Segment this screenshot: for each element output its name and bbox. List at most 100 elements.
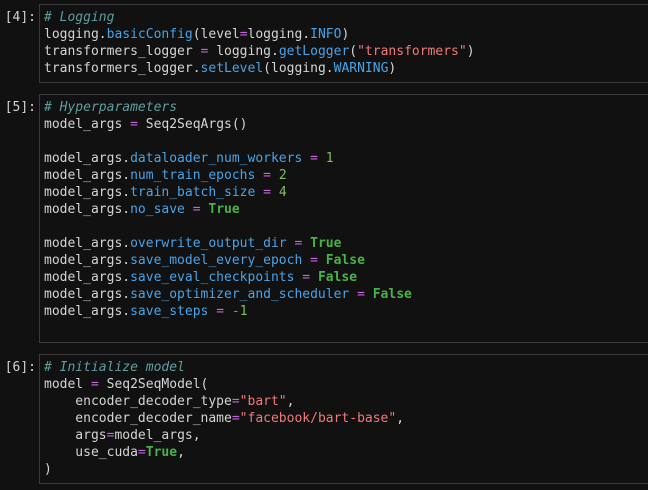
code-token: encoder_decoder_type xyxy=(44,394,232,409)
code-token: (level xyxy=(192,27,240,42)
code-line: model_args.num_train_epochs = 2 xyxy=(44,167,648,184)
code-token: WARNING xyxy=(333,61,389,76)
code-token: getLogger xyxy=(278,44,350,59)
code-token: logging. xyxy=(247,27,311,42)
code-editor[interactable]: # Initialize model model = Seq2SeqModel( … xyxy=(39,354,648,484)
code-token: # Logging xyxy=(44,10,115,25)
code-token: model_args. xyxy=(44,253,131,268)
code-token: , xyxy=(177,445,185,460)
code-token: transformers_logger xyxy=(44,44,201,59)
code-line: model_args.dataloader_num_workers = 1 xyxy=(44,150,648,167)
code-token: model_args, xyxy=(114,428,201,443)
code-token: True xyxy=(208,202,240,217)
code-token: transformers_logger. xyxy=(44,61,201,76)
code-line: model_args.save_eval_checkpoints = False xyxy=(44,269,648,286)
code-line: transformers_logger = logging.getLogger(… xyxy=(44,43,648,60)
code-line: logging.basicConfig(level=logging.INFO) xyxy=(44,26,648,43)
code-line: model_args.save_optimizer_and_scheduler … xyxy=(44,286,648,303)
code-token: = xyxy=(231,394,240,409)
code-editor[interactable]: # Logging logging.basicConfig(level=loggi… xyxy=(39,4,648,83)
code-token: , xyxy=(286,394,295,409)
code-token: True xyxy=(145,445,178,460)
code-token: = xyxy=(357,287,365,302)
code-line: encoder_decoder_type="bart", xyxy=(44,393,648,410)
code-token: = xyxy=(137,445,146,460)
code-token: "bart" xyxy=(239,394,287,409)
code-token: model_args. xyxy=(44,185,131,200)
code-token: model_args. xyxy=(44,287,131,302)
code-line: # Initialize model xyxy=(44,359,648,376)
code-token: Seq2SeqArgs() xyxy=(137,117,248,132)
code-line: model_args.save_steps = -1 xyxy=(44,303,648,320)
code-token: False xyxy=(317,270,358,285)
code-line: model_args.train_batch_size = 4 xyxy=(44,184,648,201)
code-token: train_batch_size xyxy=(130,185,256,200)
code-token: save_model_every_epoch xyxy=(130,253,303,268)
code-token: ) xyxy=(44,462,52,477)
code-token: dataloader_num_workers xyxy=(130,151,303,166)
code-token: = xyxy=(310,253,318,268)
code-token: True xyxy=(310,236,342,251)
code-token: setLevel xyxy=(200,61,264,76)
code-token: model_args. xyxy=(44,270,131,285)
code-line: args=model_args, xyxy=(44,427,648,444)
code-token: no_save xyxy=(130,202,185,217)
code-line: # Logging xyxy=(44,9,648,26)
code-token: False xyxy=(372,287,412,302)
code-token: 4 xyxy=(278,185,287,200)
code-line: encoder_decoder_name="facebook/bart-base… xyxy=(44,410,648,427)
code-token: args xyxy=(44,428,107,443)
code-token: - xyxy=(231,304,240,319)
code-token: model_args xyxy=(44,117,131,132)
code-line: ) xyxy=(44,461,648,478)
code-line: model_args = Seq2SeqArgs() xyxy=(44,116,648,133)
code-token: save_steps xyxy=(130,304,209,319)
code-token: basicConfig xyxy=(106,27,193,42)
code-token: ) xyxy=(466,44,475,59)
code-token: = xyxy=(231,411,240,426)
code-line: model_args.no_save = True xyxy=(44,201,648,218)
cell-prompt: [6]: xyxy=(4,360,36,375)
code-token: Seq2SeqModel( xyxy=(98,377,209,392)
code-token: save_eval_checkpoints xyxy=(130,270,295,285)
cell-prompt: [5]: xyxy=(4,100,36,115)
code-token: model_args. xyxy=(44,168,131,183)
code-token: ) xyxy=(388,61,397,76)
code-line: transformers_logger.setLevel(logging.WAR… xyxy=(44,60,648,77)
code-line: use_cuda=True, xyxy=(44,444,648,461)
code-token: model xyxy=(44,377,91,392)
code-token: 1 xyxy=(239,304,248,319)
code-token: save_optimizer_and_scheduler xyxy=(130,287,350,302)
code-token: encoder_decoder_name xyxy=(44,411,232,426)
code-line: # Hyperparameters xyxy=(44,99,648,116)
code-token: model_args. xyxy=(44,202,131,217)
code-token: ( xyxy=(349,44,358,59)
code-line: model = Seq2SeqModel( xyxy=(44,376,648,393)
code-token: ) xyxy=(341,27,350,42)
code-token: = xyxy=(192,202,201,217)
code-editor[interactable]: # Hyperparameters model_args = Seq2SeqArg… xyxy=(39,94,648,343)
code-token: 2 xyxy=(278,168,287,183)
code-token: model_args. xyxy=(44,304,131,319)
code-token: num_train_epochs xyxy=(130,168,256,183)
code-token: use_cuda xyxy=(44,445,138,460)
code-token: "facebook/bart-base" xyxy=(239,411,397,426)
code-token: = xyxy=(90,377,99,392)
code-token: = xyxy=(310,151,318,166)
